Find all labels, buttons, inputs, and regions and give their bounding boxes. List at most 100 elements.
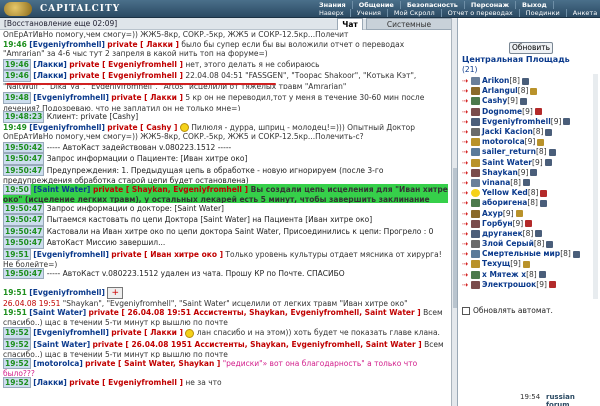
rank-icon [572, 250, 580, 258]
user-row[interactable]: ⇢ Смертельные мир [8] [462, 249, 598, 259]
nav-knowledge[interactable]: Знания [313, 1, 353, 9]
rank-icon [544, 159, 552, 167]
clan-icon [471, 107, 480, 116]
user-row[interactable]: ⇢ Yellow Ked [8] [462, 188, 598, 198]
private-icon[interactable]: ⇢ [462, 198, 471, 208]
chat-line-highlighted: 19:50 [Saint Water] private [ Shaykan, E… [3, 183, 448, 203]
clan-icon [471, 168, 480, 177]
rank-icon [537, 138, 545, 146]
rank-icon [515, 210, 523, 218]
tray-clock: 19:54 [520, 393, 541, 401]
clan-icon [471, 77, 480, 86]
private-icon[interactable]: ⇢ [462, 158, 471, 168]
user-row[interactable]: ⇢ Злой Серый [8] [462, 239, 598, 249]
private-icon[interactable]: ⇢ [462, 270, 471, 280]
rank-icon [521, 77, 529, 85]
private-icon[interactable]: ⇢ [462, 117, 471, 127]
user-row[interactable]: ⇢ Shaykan [9] [462, 168, 598, 178]
private-icon[interactable]: ⇢ [462, 86, 471, 96]
chat-line: 19:46 [Лакки] private [ Evgeniyfromhell … [3, 58, 320, 70]
rank-icon [546, 240, 554, 248]
user-row[interactable]: ⇢ Электрошок [9] [462, 280, 598, 290]
user-row[interactable]: ⇢ Arlangul [8] [462, 86, 598, 96]
users-panel: Обновить Центральная Площадь (21) ⇢ Ariko… [457, 18, 600, 406]
chat-line: ОпЕрАтИвНо помогу,чем смогу=)) ЖЖ5-8кр, … [3, 30, 349, 39]
private-icon[interactable]: ⇢ [462, 168, 471, 178]
user-row[interactable]: ⇢ Горбун [9] [462, 219, 598, 229]
tab-system-messages[interactable]: Системные сообщения [366, 18, 452, 40]
user-row[interactable]: ⇢ sailer_return [8] [462, 147, 598, 157]
nav-profile[interactable]: Анкета [567, 9, 600, 17]
user-row[interactable]: ⇢ Техущ [9] [462, 259, 598, 269]
nav-communication[interactable]: Общение [353, 1, 401, 9]
rank-icon [530, 87, 538, 95]
private-icon[interactable]: ⇢ [462, 127, 471, 137]
clan-icon [471, 178, 480, 187]
user-row[interactable]: ⇢ Jacki Kacion [8] [462, 127, 598, 137]
private-icon[interactable]: ⇢ [462, 219, 471, 229]
clan-icon [471, 158, 480, 167]
auto-refresh-label: Обновлять автомат. [473, 306, 553, 315]
smiley-icon [179, 123, 189, 132]
clan-icon [471, 117, 480, 126]
clan-icon [471, 250, 480, 259]
chat-line: 19:51 [Evgeniyfromhell] + [3, 286, 448, 299]
user-row[interactable]: ⇢ аборигена [8] [462, 198, 598, 208]
app-logo: CAPITALCITY [4, 1, 209, 17]
auto-refresh-checkbox[interactable] [462, 306, 470, 315]
chat-log: ОпЕрАтИвНо помогу,чем смогу=)) ЖЖ5-8кр, … [0, 30, 451, 406]
private-icon[interactable]: ⇢ [462, 229, 471, 239]
private-icon[interactable]: ⇢ [462, 147, 471, 157]
chat-line: 19:46 [Лакки] private [ Evgeniyfromhell … [3, 70, 417, 89]
user-list-scrollbar[interactable] [593, 74, 598, 299]
clan-icon [471, 229, 480, 238]
user-row[interactable]: ⇢ vinana [8] [462, 178, 598, 188]
nav-security[interactable]: Безопасность [401, 1, 465, 9]
private-icon[interactable]: ⇢ [462, 280, 471, 290]
private-icon[interactable]: ⇢ [462, 137, 471, 147]
private-icon[interactable]: ⇢ [462, 259, 471, 269]
chat-line: 19:51 [Evgeniyfromhell] private [ Иван х… [3, 248, 442, 268]
clan-icon [471, 240, 480, 249]
user-row[interactable]: ⇢ Evgeniyfromhell [9] [462, 117, 598, 127]
rank-icon [530, 169, 538, 177]
private-icon[interactable]: ⇢ [462, 249, 471, 259]
nav-my-scroll[interactable]: Мой Скролл [388, 9, 442, 17]
private-icon[interactable]: ⇢ [462, 96, 471, 106]
clan-icon [471, 199, 480, 208]
user-row[interactable]: ⇢ Saint Water [9] [462, 158, 598, 168]
top-bar: CAPITALCITY Знания Общение Безопасность … [0, 0, 600, 18]
smiley-icon [185, 328, 195, 338]
private-icon[interactable]: ⇢ [462, 107, 471, 117]
nav-exit[interactable]: Выход [516, 1, 554, 9]
nav-transfer-report[interactable]: Отчет о переводах [442, 9, 520, 17]
user-row[interactable]: ⇢ motorolca [9] [462, 137, 598, 147]
user-row[interactable]: ⇢ Ахур [9] [462, 208, 598, 218]
clan-icon [471, 148, 480, 157]
auto-refresh-option[interactable]: Обновлять автомат. [462, 306, 553, 315]
refresh-button[interactable]: Обновить [509, 42, 553, 54]
user-row[interactable]: ⇢ x Мятеж x [8] [462, 270, 598, 280]
private-icon[interactable]: ⇢ [462, 188, 471, 198]
private-icon[interactable]: ⇢ [462, 178, 471, 188]
nav-character[interactable]: Персонаж [465, 1, 517, 9]
user-row[interactable]: ⇢ друганек [8] [462, 229, 598, 239]
rank-icon [539, 199, 547, 207]
chat-line: 19:50:47 Пытаемся кастовать по цепи Докт… [3, 214, 373, 226]
user-row[interactable]: ⇢ Cashy [9] [462, 96, 598, 106]
chat-line: 19:50:47 Запрос информации о докторе: [S… [3, 202, 224, 214]
nav-duels[interactable]: Поединки [520, 9, 567, 17]
user-row[interactable]: ⇢ Arikon [8] [462, 76, 598, 86]
tab-chat[interactable]: Чат [337, 18, 363, 30]
private-icon[interactable]: ⇢ [462, 239, 471, 249]
logo-emblem-icon [4, 2, 32, 16]
nav-up[interactable]: Наверх [313, 9, 351, 17]
private-icon[interactable]: ⇢ [462, 209, 471, 219]
logo-text: CAPITALCITY [40, 4, 121, 14]
nav-training[interactable]: Учения [351, 9, 388, 17]
private-icon[interactable]: ⇢ [462, 76, 471, 86]
clan-icon [471, 280, 480, 289]
chat-line: 19:52 [Evgeniyfromhell] private [ Лакки … [3, 327, 440, 339]
gift-icon[interactable]: + [107, 286, 124, 299]
user-row[interactable]: ⇢ Dognome [9] [462, 107, 598, 117]
